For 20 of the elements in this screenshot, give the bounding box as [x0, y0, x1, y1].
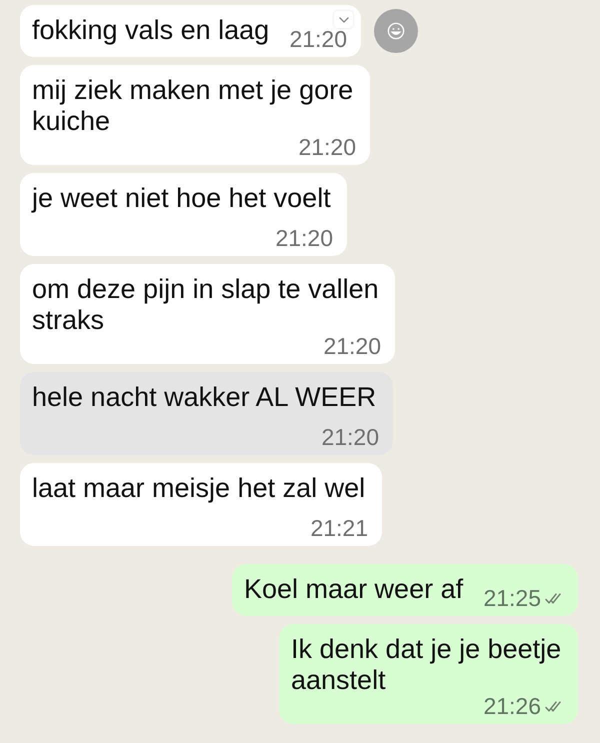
message-time: 21:20 [275, 228, 333, 248]
message-text: je weet niet hoe het voelt [32, 183, 331, 213]
message-time: 21:26 [483, 696, 541, 716]
message-text: om deze pijn in slap te vallen straks [32, 274, 379, 335]
message-text: Ik denk dat je je beetje aanstelt [291, 634, 562, 695]
smiley-icon [387, 22, 405, 40]
message-time: 21:20 [298, 137, 356, 157]
message-text: mij ziek maken met je gore kuiche [32, 75, 354, 136]
message-text: Koel maar weer af [244, 574, 464, 604]
message-time: 21:20 [321, 427, 379, 447]
chevron-down-icon [338, 16, 348, 22]
message-time: 21:20 [289, 29, 347, 49]
reaction-button[interactable] [374, 9, 418, 53]
message-menu-button[interactable] [334, 11, 353, 28]
message-time: 21:25 [483, 588, 541, 608]
message-time: 21:20 [323, 336, 381, 356]
message-time: 21:21 [310, 518, 368, 538]
message-text: hele nacht wakker AL WEER [32, 382, 376, 412]
message-text: laat maar meisje het zal wel [32, 473, 366, 503]
message-text: fokking vals en laag [32, 15, 270, 45]
